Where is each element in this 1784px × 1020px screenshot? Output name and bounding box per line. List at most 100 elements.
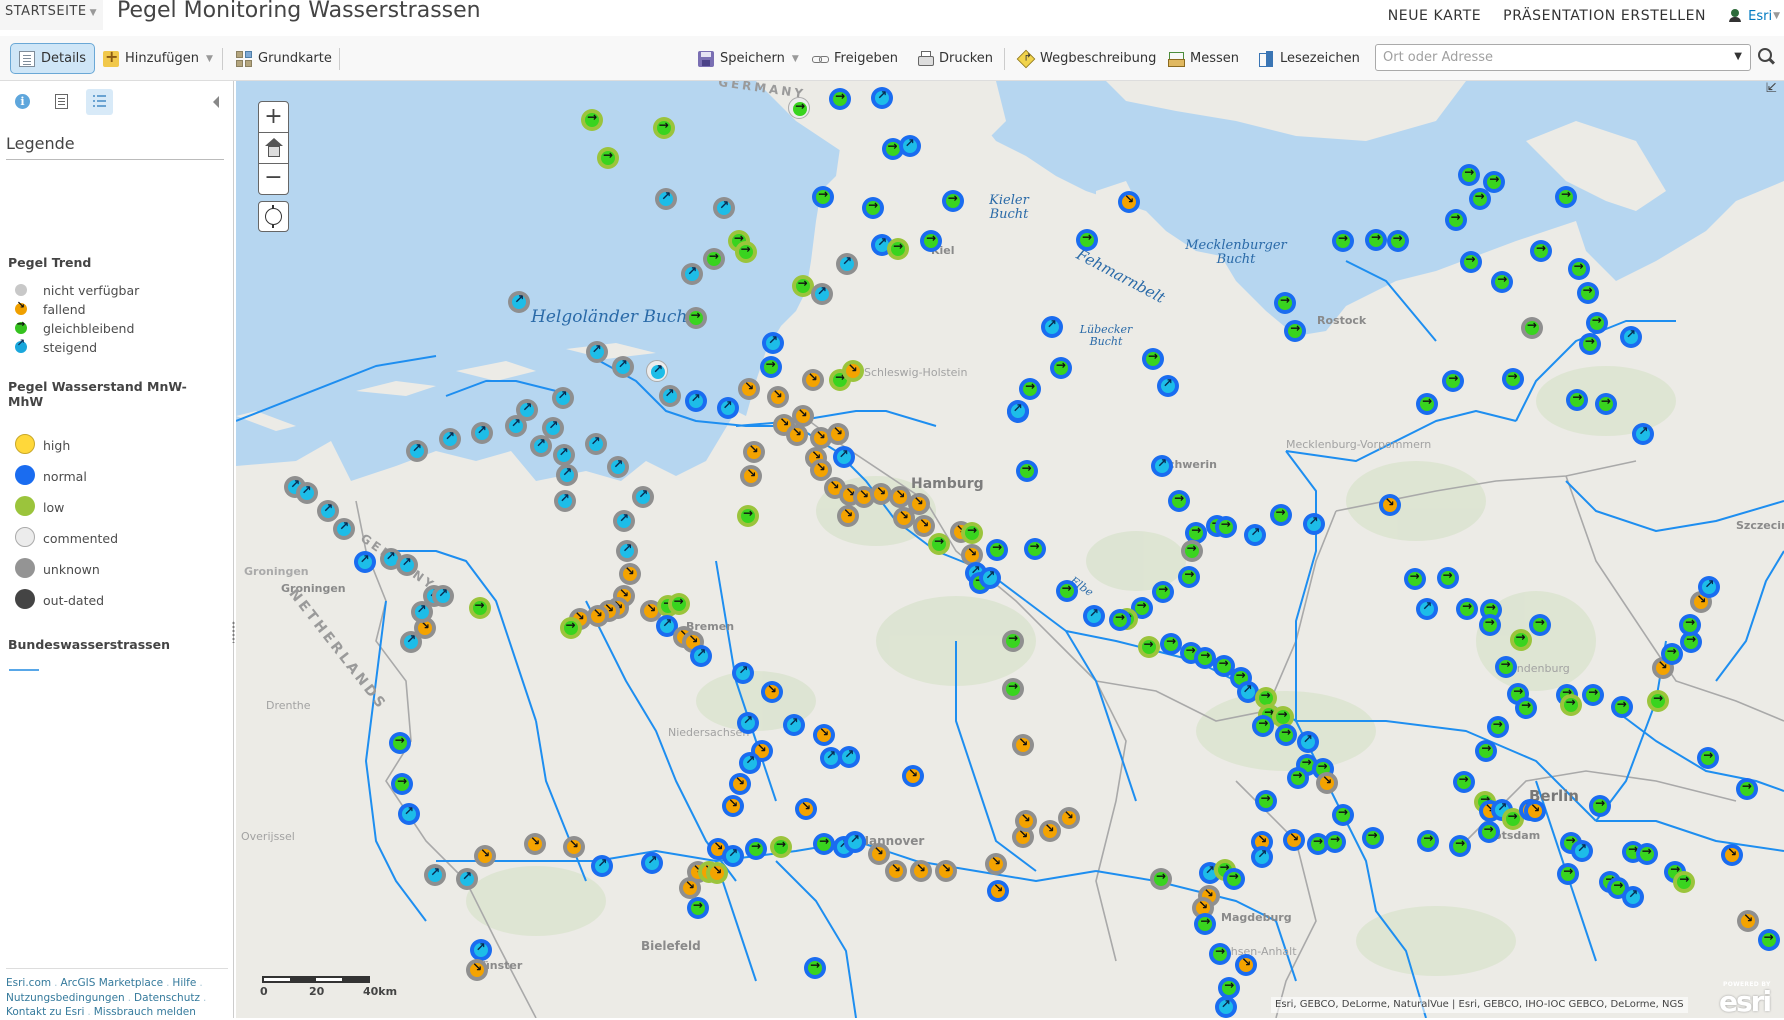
gauge-marker[interactable] [1478, 613, 1501, 636]
gauge-marker[interactable] [388, 732, 411, 755]
gauge-marker[interactable] [832, 445, 855, 468]
gauge-marker[interactable] [552, 444, 575, 467]
gauge-marker[interactable] [504, 414, 527, 437]
gauge-marker[interactable] [1168, 489, 1191, 512]
gauge-marker[interactable] [553, 489, 576, 512]
gauge-marker[interactable] [1436, 567, 1459, 590]
collapse-sidebar-icon[interactable] [213, 96, 219, 108]
gauge-marker[interactable] [1456, 597, 1479, 620]
create-presentation-link[interactable]: PRÄSENTATION ERSTELLEN [1503, 8, 1706, 24]
gauge-marker[interactable] [686, 897, 709, 920]
search-source-dropdown[interactable]: ▼ [1734, 51, 1742, 62]
gauge-marker[interactable] [785, 423, 808, 446]
map-attribution[interactable]: Esri, GEBCO, DeLorme, NaturalVue | Esri,… [1271, 997, 1688, 1013]
save-button[interactable]: Speichern ▼ [690, 43, 807, 74]
gauge-marker[interactable] [1180, 539, 1203, 562]
gauge-marker[interactable] [658, 385, 681, 408]
gauge-marker[interactable] [470, 421, 493, 444]
gauge-marker[interactable] [1619, 326, 1642, 348]
gauge-marker[interactable] [1589, 794, 1612, 817]
gauge-marker[interactable] [1449, 834, 1472, 857]
gauge-marker[interactable] [1055, 579, 1078, 602]
gauge-marker[interactable] [941, 189, 964, 212]
gauge-marker[interactable] [556, 463, 579, 486]
gauge-marker[interactable] [1156, 374, 1179, 397]
gauge-marker[interactable] [1501, 368, 1524, 391]
gauge-marker[interactable] [468, 596, 491, 619]
gauge-marker[interactable] [1578, 332, 1601, 355]
gauge-marker[interactable] [762, 331, 784, 354]
gauge-marker[interactable] [641, 851, 664, 874]
gauge-marker[interactable] [1567, 257, 1590, 280]
share-button[interactable]: Freigeben [804, 43, 906, 74]
gauge-marker[interactable] [884, 859, 907, 882]
gauge-marker[interactable] [400, 630, 423, 653]
gauge-marker[interactable] [1403, 568, 1426, 591]
gauge-marker[interactable] [909, 859, 932, 882]
gauge-marker[interactable] [782, 714, 805, 736]
gauge-marker[interactable] [1468, 188, 1491, 211]
gauge-marker[interactable] [1594, 393, 1617, 416]
gauge-marker[interactable] [1296, 731, 1319, 753]
gauge-marker[interactable] [737, 504, 759, 527]
gauge-marker[interactable] [1274, 291, 1296, 314]
gauge-marker[interactable] [745, 838, 767, 860]
gauge-marker[interactable] [607, 455, 630, 478]
gauge-marker[interactable] [395, 553, 418, 576]
gauge-marker[interactable] [1142, 347, 1164, 370]
map-view[interactable]: Helgoländer Bucht Kieler Bucht Fehmarnbe… [236, 81, 1784, 1018]
gauge-marker[interactable] [759, 355, 782, 378]
measure-button[interactable]: Messen [1160, 43, 1247, 74]
sidebar-resize-handle[interactable] [232, 621, 235, 643]
search-input[interactable] [1376, 45, 1716, 70]
gauge-marker[interactable] [1444, 208, 1467, 231]
gauge-marker[interactable] [469, 939, 492, 962]
gauge-marker[interactable] [1118, 190, 1141, 213]
tab-about[interactable]: i [9, 89, 36, 115]
gauge-marker[interactable] [1477, 820, 1500, 843]
gauge-marker[interactable] [474, 844, 497, 867]
gauge-marker[interactable] [1416, 597, 1439, 620]
gauge-marker[interactable] [986, 538, 1009, 561]
gauge-marker[interactable] [810, 282, 833, 305]
gauge-marker[interactable] [722, 794, 745, 817]
gauge-marker[interactable] [737, 711, 759, 734]
user-menu[interactable]: Esri ▼ [1728, 9, 1780, 24]
gauge-marker[interactable] [585, 340, 608, 363]
gauge-marker[interactable] [1214, 516, 1237, 538]
terms-link[interactable]: Nutzungsbedingungen [6, 992, 125, 1004]
zoom-in-button[interactable]: + [259, 102, 288, 133]
gauge-marker[interactable] [652, 116, 675, 139]
add-button[interactable]: Hinzufügen ▼ [95, 43, 221, 74]
gauge-marker[interactable] [1494, 655, 1517, 678]
gauge-marker[interactable] [898, 134, 921, 157]
gauge-marker[interactable] [1486, 716, 1509, 739]
gauge-marker[interactable] [734, 240, 757, 263]
overview-map-toggle-icon[interactable] [1766, 85, 1778, 97]
gauge-marker[interactable] [397, 802, 420, 825]
gauge-marker[interactable] [1555, 186, 1577, 209]
gauge-marker[interactable] [1023, 537, 1046, 560]
gauge-marker[interactable] [837, 504, 860, 527]
gauge-marker[interactable] [1576, 281, 1599, 304]
gauge-marker[interactable] [466, 958, 489, 981]
marketplace-link[interactable]: ArcGIS Marketplace [60, 977, 163, 989]
gauge-marker[interactable] [611, 355, 634, 378]
gauge-marker[interactable] [1566, 388, 1589, 411]
gauge-marker[interactable] [1332, 803, 1354, 826]
gauge-marker[interactable] [770, 835, 792, 858]
privacy-link[interactable]: Datenschutz [134, 992, 200, 1004]
gauge-marker[interactable] [1150, 867, 1172, 890]
gauge-marker[interactable] [646, 360, 668, 383]
gauge-marker[interactable] [1635, 842, 1658, 865]
gauge-marker[interactable] [843, 831, 866, 854]
basemap-button[interactable]: Grundkarte [228, 43, 340, 74]
gauge-marker[interactable] [1209, 942, 1232, 965]
gauge-marker[interactable] [456, 867, 478, 890]
gauge-marker[interactable] [766, 386, 789, 409]
gauge-marker[interactable] [1735, 777, 1758, 800]
tab-legend[interactable] [86, 89, 113, 115]
gauge-marker[interactable] [1721, 843, 1744, 866]
gauge-marker[interactable] [551, 387, 574, 410]
gauge-marker[interactable] [410, 601, 433, 624]
